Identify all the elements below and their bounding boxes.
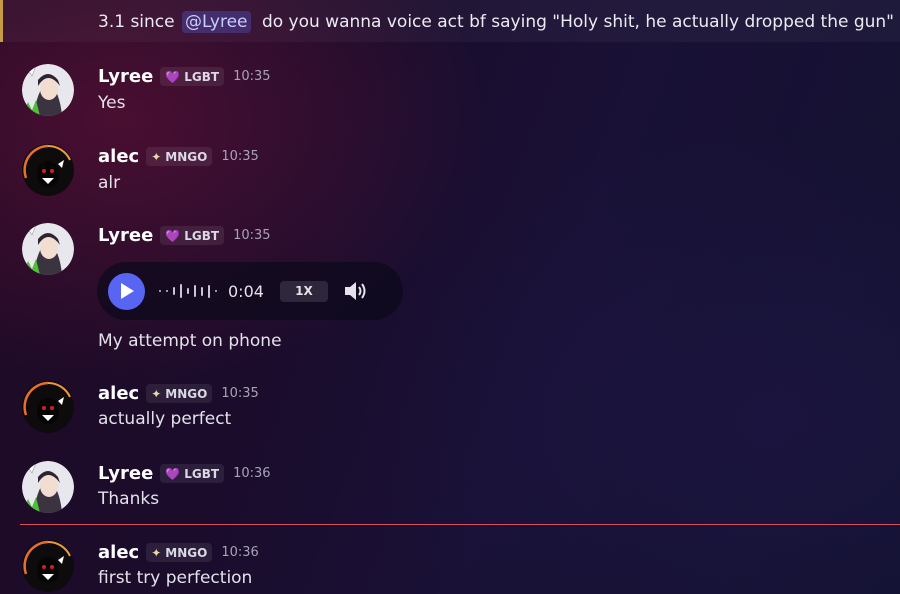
heart-icon: 💜 <box>165 466 181 481</box>
avatar-lyree[interactable] <box>22 64 74 116</box>
server-tag[interactable]: ✦ MNGO <box>146 384 213 403</box>
server-tag[interactable]: 💜 LGBT <box>160 67 225 86</box>
message-text: alr <box>98 173 121 193</box>
server-tag-label: MNGO <box>165 386 208 401</box>
speaker-icon <box>344 282 366 300</box>
avatar-lyree[interactable] <box>22 223 74 275</box>
server-tag[interactable]: 💜 LGBT <box>160 226 225 245</box>
message-text-suffix: do you wanna voice act bf saying "Holy s… <box>261 12 894 32</box>
message-text: first try perfection <box>98 568 253 588</box>
message-text: My attempt on phone <box>98 331 282 351</box>
mention-highlight-bar <box>0 0 3 42</box>
voice-duration: 0:04 <box>228 281 264 301</box>
message-content: 3.1 since @Lyree do you wanna voice act … <box>98 11 894 33</box>
username[interactable]: Lyree <box>98 463 153 484</box>
heart-icon: 💜 <box>165 69 181 84</box>
server-tag-label: MNGO <box>165 149 208 164</box>
username[interactable]: alec <box>98 542 139 563</box>
username[interactable]: Lyree <box>98 66 153 87</box>
timestamp[interactable]: 10:36 <box>221 545 258 560</box>
username[interactable]: alec <box>98 383 139 404</box>
timestamp[interactable]: 10:35 <box>233 69 270 84</box>
server-tag[interactable]: 💜 LGBT <box>160 464 225 483</box>
server-tag-label: LGBT <box>184 69 220 84</box>
user-mention[interactable]: @Lyree <box>182 11 251 33</box>
avatar-alec[interactable] <box>22 540 74 592</box>
sparkle-icon: ✦ <box>151 149 162 164</box>
server-tag-label: LGBT <box>184 466 220 481</box>
message-text: actually perfect <box>98 409 232 429</box>
playback-speed-button[interactable]: 1X <box>279 280 328 302</box>
server-tag[interactable]: ✦ MNGO <box>146 147 213 166</box>
voice-message-player: 0:04 1X <box>97 262 403 320</box>
volume-button[interactable] <box>343 279 369 303</box>
message-text-prefix: 3.1 since <box>98 12 175 32</box>
server-tag[interactable]: ✦ MNGO <box>146 543 213 562</box>
waveform[interactable] <box>159 281 222 301</box>
heart-icon: 💜 <box>165 228 181 243</box>
avatar-alec[interactable] <box>22 381 74 433</box>
new-messages-divider <box>20 524 900 525</box>
play-button[interactable] <box>108 272 145 310</box>
sparkle-icon: ✦ <box>151 545 162 560</box>
timestamp[interactable]: 10:36 <box>233 466 270 481</box>
avatar-alec[interactable] <box>22 144 74 196</box>
mentioned-message[interactable]: 3.1 since @Lyree do you wanna voice act … <box>0 0 900 42</box>
username[interactable]: Lyree <box>98 225 153 246</box>
username[interactable]: alec <box>98 146 139 167</box>
message-text: Thanks <box>98 489 160 509</box>
timestamp[interactable]: 10:35 <box>233 228 270 243</box>
avatar-lyree[interactable] <box>22 461 74 513</box>
server-tag-label: MNGO <box>165 545 208 560</box>
server-tag-label: LGBT <box>184 228 220 243</box>
message-text: Yes <box>98 93 126 113</box>
play-icon <box>120 283 134 299</box>
sparkle-icon: ✦ <box>151 386 162 401</box>
timestamp[interactable]: 10:35 <box>221 149 258 164</box>
timestamp[interactable]: 10:35 <box>221 386 258 401</box>
